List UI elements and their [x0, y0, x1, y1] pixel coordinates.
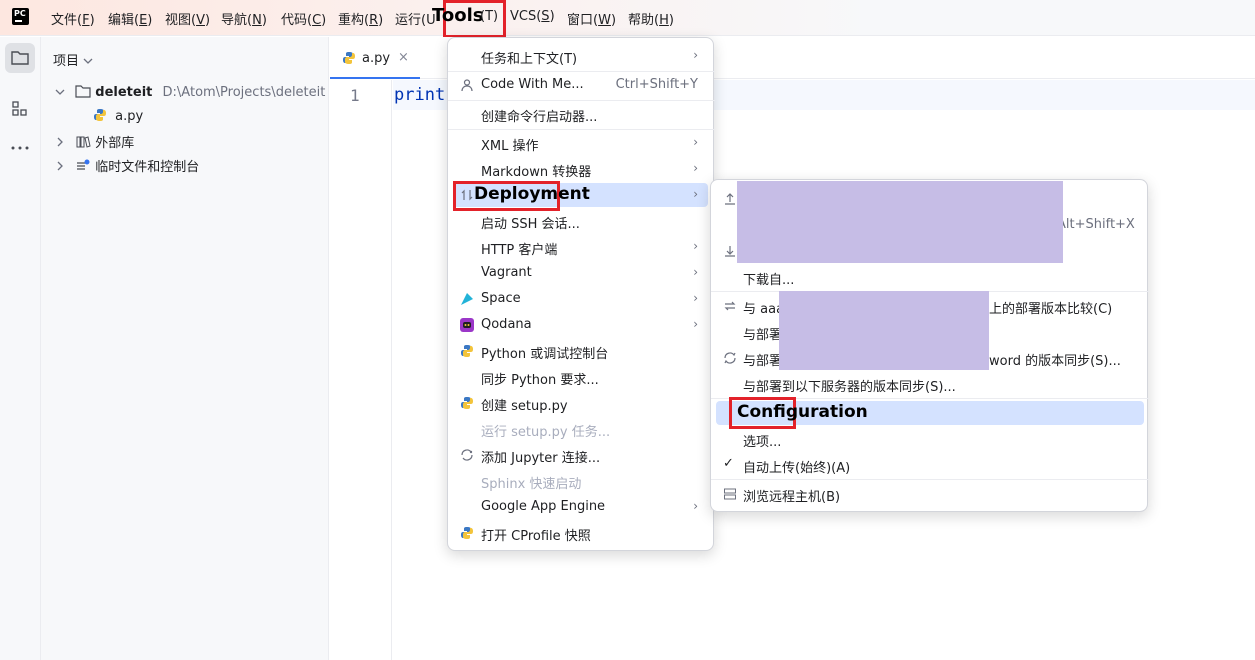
- menu-run[interactable]: 运行(U: [395, 9, 436, 28]
- check-icon: ✓: [723, 456, 734, 471]
- menu-item-browse-remote[interactable]: 浏览远程主机(B): [716, 482, 1144, 506]
- tools-dropdown-menu: 任务和上下文(T) › Code With Me... Ctrl+Shift+Y 创…: [447, 37, 715, 551]
- tab-a-py[interactable]: a.py ×: [330, 37, 420, 79]
- sync-suffix: word 的版本同步(S)...: [989, 354, 1121, 369]
- menu-item-tasks-context[interactable]: 任务和上下文(T) ›: [453, 44, 708, 68]
- structure-tool-button[interactable]: [5, 94, 35, 124]
- menu-item-sync-requirements[interactable]: 同步 Python 要求...: [453, 365, 708, 389]
- python-icon: [461, 345, 473, 357]
- jupyter-connect-icon: [461, 449, 473, 461]
- chevron-down-icon: [83, 58, 93, 64]
- folder-icon: [11, 51, 29, 65]
- menu-item-sync-servers[interactable]: 与部署到以下服务器的版本同步(S)...: [716, 372, 1144, 396]
- configuration-label[interactable]: Configuration: [737, 402, 868, 422]
- menu-item-open-cprofile[interactable]: 打开 CProfile 快照: [453, 521, 708, 545]
- menu-window[interactable]: 窗口(W): [567, 9, 616, 28]
- chevron-right-icon: [57, 161, 63, 171]
- tree-row-scratches[interactable]: 临时文件和控制台: [55, 156, 199, 178]
- qodana-logo-icon: [460, 318, 474, 332]
- folder-icon: [75, 85, 91, 98]
- menu-item-code-with-me[interactable]: Code With Me... Ctrl+Shift+Y: [453, 73, 708, 97]
- python-file-icon: [343, 52, 355, 64]
- project-panel: 项目 deleteit D:\Atom\Projects\deleteit a.…: [41, 37, 329, 660]
- project-tool-button[interactable]: [5, 43, 35, 73]
- server-icon: [724, 488, 736, 500]
- menu-edit[interactable]: 编辑(E): [108, 9, 152, 28]
- upload-shortcut: Alt+Shift+X: [1057, 217, 1135, 232]
- menu-item-run-setup-py: 运行 setup.py 任务...: [481, 425, 611, 440]
- menu-bar: PC 文件(F) 编辑(E) 视图(V) 导航(N) 代码(C) 重构(R) 运…: [0, 0, 1255, 38]
- menu-item-create-setup-py[interactable]: 创建 setup.py: [453, 391, 708, 415]
- menu-item-space[interactable]: Space ›: [453, 287, 708, 311]
- code-text[interactable]: print: [394, 85, 445, 105]
- menu-tools-mnemonic: (T): [480, 9, 499, 24]
- menu-item-ssh-session[interactable]: 启动 SSH 会话...: [453, 209, 708, 233]
- menu-navigate[interactable]: 导航(N): [221, 9, 267, 28]
- more-horizontal-icon: [11, 146, 29, 150]
- menu-item-http-client[interactable]: HTTP 客户端 ›: [453, 235, 708, 259]
- menu-item-google-app-engine[interactable]: Google App Engine ›: [453, 495, 708, 519]
- project-panel-title[interactable]: 项目: [53, 50, 93, 69]
- menu-code[interactable]: 代码(C): [281, 9, 326, 28]
- menu-item-auto-upload[interactable]: ✓ 自动上传(始终)(A): [716, 453, 1144, 477]
- tree-row-project-root[interactable]: deleteit D:\Atom\Projects\deleteit: [55, 84, 325, 106]
- menu-item-python-console[interactable]: Python 或调试控制台: [453, 339, 708, 363]
- menu-tools[interactable]: Tools: [432, 5, 484, 26]
- menu-item-options[interactable]: 选项...: [716, 427, 1144, 451]
- menu-item-markdown-converter[interactable]: Markdown 转换器 ›: [453, 157, 708, 181]
- profiler-icon: [461, 527, 473, 539]
- redacted-region: [779, 291, 989, 370]
- pycharm-logo-icon: PC: [12, 8, 29, 25]
- menu-item-vagrant[interactable]: Vagrant ›: [453, 261, 708, 285]
- menu-view[interactable]: 视图(V): [165, 9, 210, 28]
- sync-icon: [724, 352, 736, 364]
- structure-icon: [12, 101, 27, 116]
- scratches-icon: [77, 159, 90, 170]
- menu-item-create-launcher[interactable]: 创建命令行启动器...: [453, 102, 708, 126]
- menu-item-qodana[interactable]: Qodana ›: [453, 313, 708, 337]
- menu-item-download-from[interactable]: 下载自...: [716, 265, 1144, 289]
- line-number: 1: [350, 86, 360, 105]
- space-logo-icon: [461, 293, 473, 305]
- more-tools-button[interactable]: [5, 133, 35, 163]
- menu-refactor[interactable]: 重构(R): [338, 9, 383, 28]
- menu-help[interactable]: 帮助(H): [628, 9, 674, 28]
- compare-suffix: 上的部署版本比较(C): [989, 302, 1113, 317]
- chevron-down-icon: [55, 89, 65, 95]
- library-icon: [76, 136, 91, 148]
- menu-item-xml-actions[interactable]: XML 操作 ›: [453, 131, 708, 155]
- menu-item-sphinx-quickstart: Sphinx 快速启动: [481, 477, 582, 492]
- close-icon[interactable]: ×: [398, 50, 409, 65]
- menu-vcs[interactable]: VCS(S): [510, 9, 555, 24]
- menu-file[interactable]: 文件(F): [51, 9, 95, 28]
- user-icon: [461, 79, 473, 92]
- tool-window-strip: [0, 37, 41, 660]
- deployment-label[interactable]: Deployment: [474, 184, 590, 204]
- editor-gutter: [330, 80, 392, 660]
- compare-icon: [724, 301, 736, 311]
- redacted-region: [737, 181, 1063, 263]
- python-icon: [461, 397, 473, 409]
- python-file-icon: [94, 109, 106, 121]
- tree-row-file[interactable]: a.py: [93, 108, 143, 130]
- menu-item-add-jupyter[interactable]: 添加 Jupyter 连接...: [453, 443, 708, 467]
- chevron-right-icon: [57, 137, 63, 147]
- upload-icon: [725, 193, 735, 205]
- tree-row-external-libraries[interactable]: 外部库: [55, 132, 134, 154]
- download-icon: [725, 246, 735, 257]
